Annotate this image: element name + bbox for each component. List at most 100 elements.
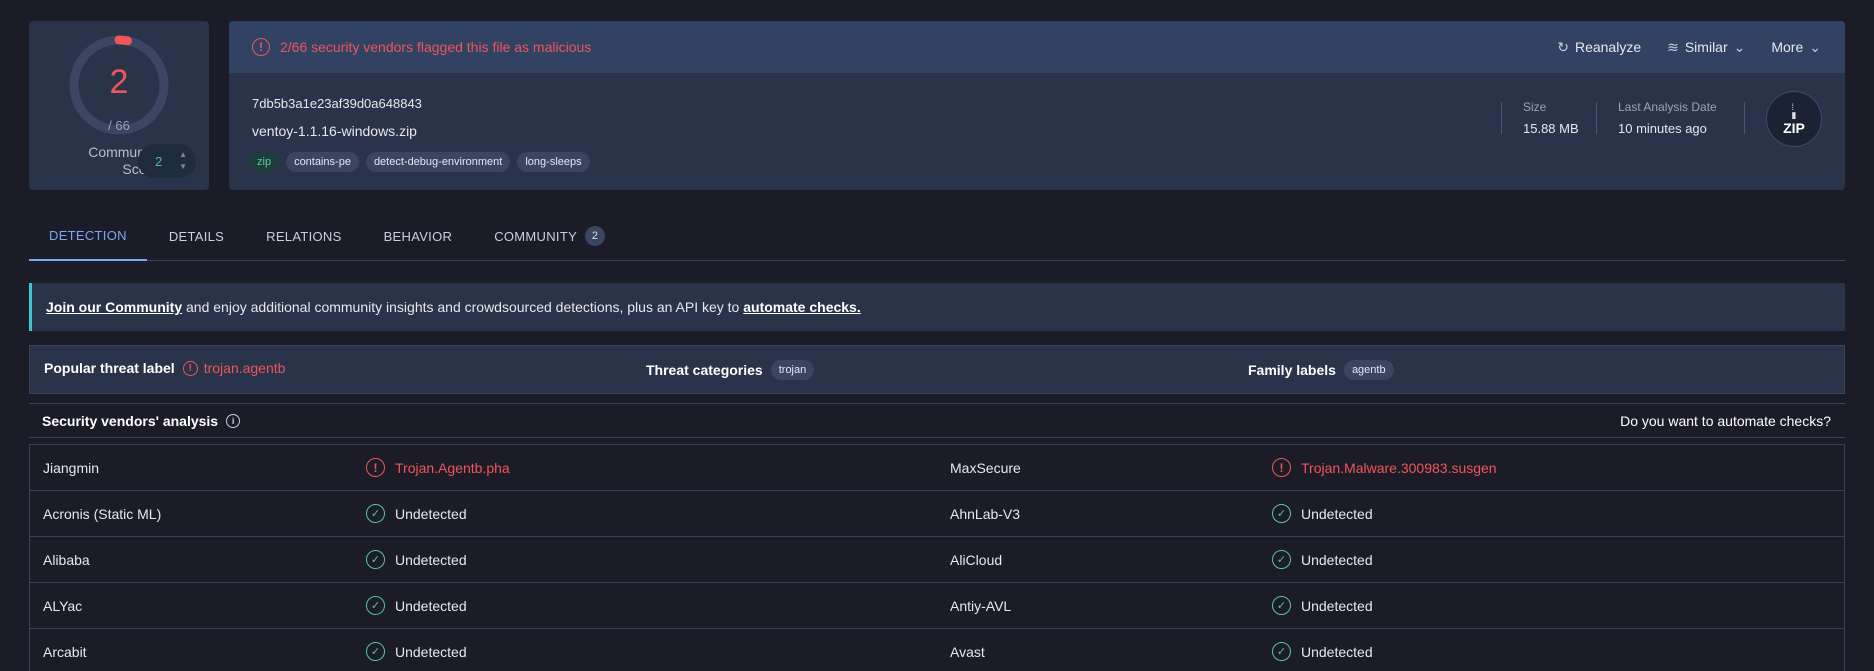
reanalyze-button[interactable]: ↻ Reanalyze bbox=[1557, 39, 1641, 56]
threat-categories-title: Threat categories bbox=[646, 362, 763, 378]
vendor-result: ✓ Undetected bbox=[1272, 642, 1373, 661]
file-actions: ↻ Reanalyze ≋ Similar ⌄ More ⌄ bbox=[1557, 21, 1821, 73]
detection-score-card: 2 / 66 Community Score 2 ▲ ▼ bbox=[29, 21, 209, 190]
automate-checks-question[interactable]: Do you want to automate checks? bbox=[1620, 413, 1831, 429]
vendor-result: ! Trojan.Agentb.pha bbox=[366, 458, 510, 477]
check-circle-icon: ✓ bbox=[366, 550, 385, 569]
similar-icon: ≋ bbox=[1667, 38, 1679, 55]
tab-relations[interactable]: RELATIONS bbox=[246, 212, 361, 260]
file-tags: zip contains-pe detect-debug-environment… bbox=[249, 152, 590, 172]
vendor-name: Arcabit bbox=[43, 644, 87, 660]
vendor-result-text: Undetected bbox=[395, 551, 467, 568]
file-hash[interactable]: 7db5b3a1e23af39d0a648843 bbox=[252, 96, 422, 111]
divider bbox=[1596, 102, 1597, 134]
file-name: ventoy-1.1.16-windows.zip bbox=[252, 123, 417, 139]
tag-long-sleeps[interactable]: long-sleeps bbox=[517, 152, 590, 172]
refresh-icon: ↻ bbox=[1557, 38, 1569, 55]
tab-behavior[interactable]: BEHAVIOR bbox=[364, 212, 473, 260]
banner-text: and enjoy additional community insights … bbox=[182, 299, 744, 315]
vendors-table: Jiangmin ! Trojan.Agentb.pha MaxSecure !… bbox=[29, 444, 1845, 671]
community-banner: Join our Community and enjoy additional … bbox=[29, 283, 1845, 331]
vendor-name: AliCloud bbox=[950, 552, 1003, 568]
size-label: Size bbox=[1523, 100, 1547, 114]
alert-circle-icon: ! bbox=[252, 38, 270, 56]
community-count-badge: 2 bbox=[585, 226, 606, 246]
family-labels: Family labels agentb bbox=[1248, 360, 1394, 380]
vendor-result-text: Trojan.Malware.300983.susgen bbox=[1301, 459, 1497, 476]
info-icon[interactable]: i bbox=[226, 413, 241, 428]
vendor-result: ✓ Undetected bbox=[1272, 596, 1373, 615]
divider bbox=[1744, 102, 1745, 134]
tab-detection[interactable]: DETECTION bbox=[29, 212, 147, 261]
vendor-result: ✓ Undetected bbox=[366, 504, 467, 523]
community-score-stepper[interactable]: 2 ▲ ▼ bbox=[138, 144, 196, 178]
zip-file-icon: ⁞ ▮ ZIP bbox=[1766, 91, 1822, 147]
check-circle-icon: ✓ bbox=[1272, 596, 1291, 615]
join-community-link[interactable]: Join our Community bbox=[46, 299, 182, 315]
detection-count: 2 bbox=[109, 63, 129, 101]
tag-contains-pe[interactable]: contains-pe bbox=[286, 152, 359, 172]
threat-labels: Popular threat label ! trojan.agentb Thr… bbox=[29, 345, 1845, 394]
vendor-result-text: Undetected bbox=[1301, 505, 1373, 522]
check-circle-icon: ✓ bbox=[366, 504, 385, 523]
family-labels-title: Family labels bbox=[1248, 362, 1336, 378]
vendors-header: Security vendors' analysis i Do you want… bbox=[29, 403, 1845, 438]
tab-details[interactable]: DETAILS bbox=[149, 212, 244, 260]
vendor-result-text: Undetected bbox=[1301, 551, 1373, 568]
size-value: 15.88 MB bbox=[1523, 121, 1579, 136]
check-circle-icon: ✓ bbox=[1272, 550, 1291, 569]
vendors-title: Security vendors' analysis i bbox=[42, 412, 241, 429]
alert-circle-icon: ! bbox=[366, 458, 385, 477]
popular-threat-value[interactable]: trojan.agentb bbox=[204, 360, 286, 376]
vendor-name: Acronis (Static ML) bbox=[43, 506, 162, 522]
vendor-result-text: Undetected bbox=[1301, 643, 1373, 660]
vendors-title-text: Security vendors' analysis bbox=[42, 412, 219, 429]
vendor-result: ✓ Undetected bbox=[1272, 550, 1373, 569]
tag-detect-debug-environment[interactable]: detect-debug-environment bbox=[365, 152, 511, 172]
vendor-name: MaxSecure bbox=[950, 460, 1021, 476]
chevron-down-icon[interactable]: ▼ bbox=[179, 161, 187, 173]
vendor-name: Avast bbox=[950, 644, 985, 660]
alert-bar: ! 2/66 security vendors flagged this fil… bbox=[229, 21, 1845, 73]
table-row: Arcabit ✓ Undetected Avast ✓ Undetected bbox=[30, 629, 1844, 671]
more-button[interactable]: More ⌄ bbox=[1771, 39, 1821, 56]
vendor-result-text: Undetected bbox=[395, 505, 467, 522]
chevron-down-icon: ⌄ bbox=[1809, 38, 1821, 55]
vendor-name: AhnLab-V3 bbox=[950, 506, 1021, 522]
threat-category-tag[interactable]: trojan bbox=[770, 360, 815, 380]
last-analysis-date: Last Analysis Date 10 minutes ago bbox=[1618, 100, 1717, 136]
file-size: Size 15.88 MB bbox=[1523, 100, 1579, 136]
automate-checks-link[interactable]: automate checks. bbox=[743, 299, 861, 315]
date-label: Last Analysis Date bbox=[1618, 100, 1717, 114]
alert-circle-icon: ! bbox=[1272, 458, 1291, 477]
vendor-result-text: Undetected bbox=[1301, 597, 1373, 614]
vendor-name: Jiangmin bbox=[43, 460, 100, 476]
tab-community[interactable]: COMMUNITY 2 bbox=[474, 212, 625, 260]
more-label: More bbox=[1771, 39, 1804, 55]
vendor-result: ✓ Undetected bbox=[366, 596, 467, 615]
tag-zip[interactable]: zip bbox=[249, 152, 280, 172]
file-type-label: ZIP bbox=[1783, 120, 1805, 136]
divider bbox=[1501, 102, 1502, 134]
family-label-tag[interactable]: agentb bbox=[1343, 360, 1394, 380]
popular-threat-title: Popular threat label bbox=[44, 360, 175, 376]
table-row: Acronis (Static ML) ✓ Undetected AhnLab-… bbox=[30, 491, 1844, 537]
table-row: Alibaba ✓ Undetected AliCloud ✓ Undetect… bbox=[30, 537, 1844, 583]
vendor-result: ✓ Undetected bbox=[366, 550, 467, 569]
chevron-up-icon[interactable]: ▲ bbox=[179, 149, 187, 161]
community-score-value: 2 bbox=[155, 153, 163, 169]
check-circle-icon: ✓ bbox=[366, 642, 385, 661]
similar-button[interactable]: ≋ Similar ⌄ bbox=[1667, 39, 1745, 56]
alert-circle-icon: ! bbox=[182, 360, 198, 376]
file-summary-card: ! 2/66 security vendors flagged this fil… bbox=[229, 21, 1845, 190]
vendor-result: ! Trojan.Malware.300983.susgen bbox=[1272, 458, 1497, 477]
report-tabs: DETECTION DETAILS RELATIONS BEHAVIOR COM… bbox=[29, 212, 1845, 261]
vendor-result-text: Trojan.Agentb.pha bbox=[395, 459, 510, 476]
tab-community-label: COMMUNITY bbox=[494, 228, 578, 244]
vendor-name: Antiy-AVL bbox=[950, 598, 1012, 614]
similar-label: Similar bbox=[1684, 39, 1728, 55]
detection-total: / 66 bbox=[108, 118, 130, 133]
check-circle-icon: ✓ bbox=[366, 596, 385, 615]
threat-categories: Threat categories trojan bbox=[646, 360, 815, 380]
vendor-result-text: Undetected bbox=[395, 643, 467, 660]
